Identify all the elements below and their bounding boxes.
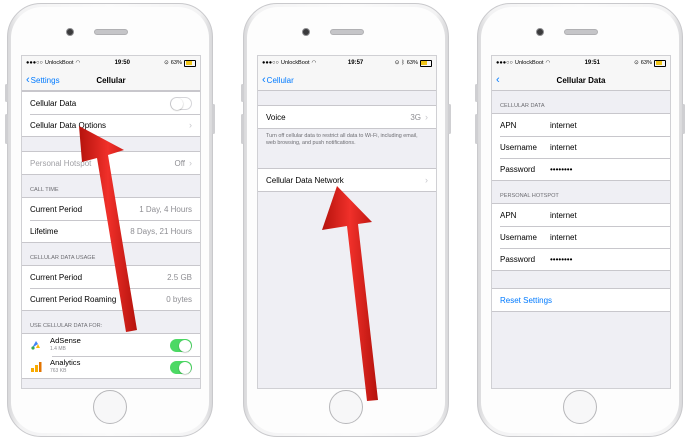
red-arrow xyxy=(79,126,137,332)
red-arrow xyxy=(322,186,378,401)
annotation-arrows xyxy=(79,126,378,401)
